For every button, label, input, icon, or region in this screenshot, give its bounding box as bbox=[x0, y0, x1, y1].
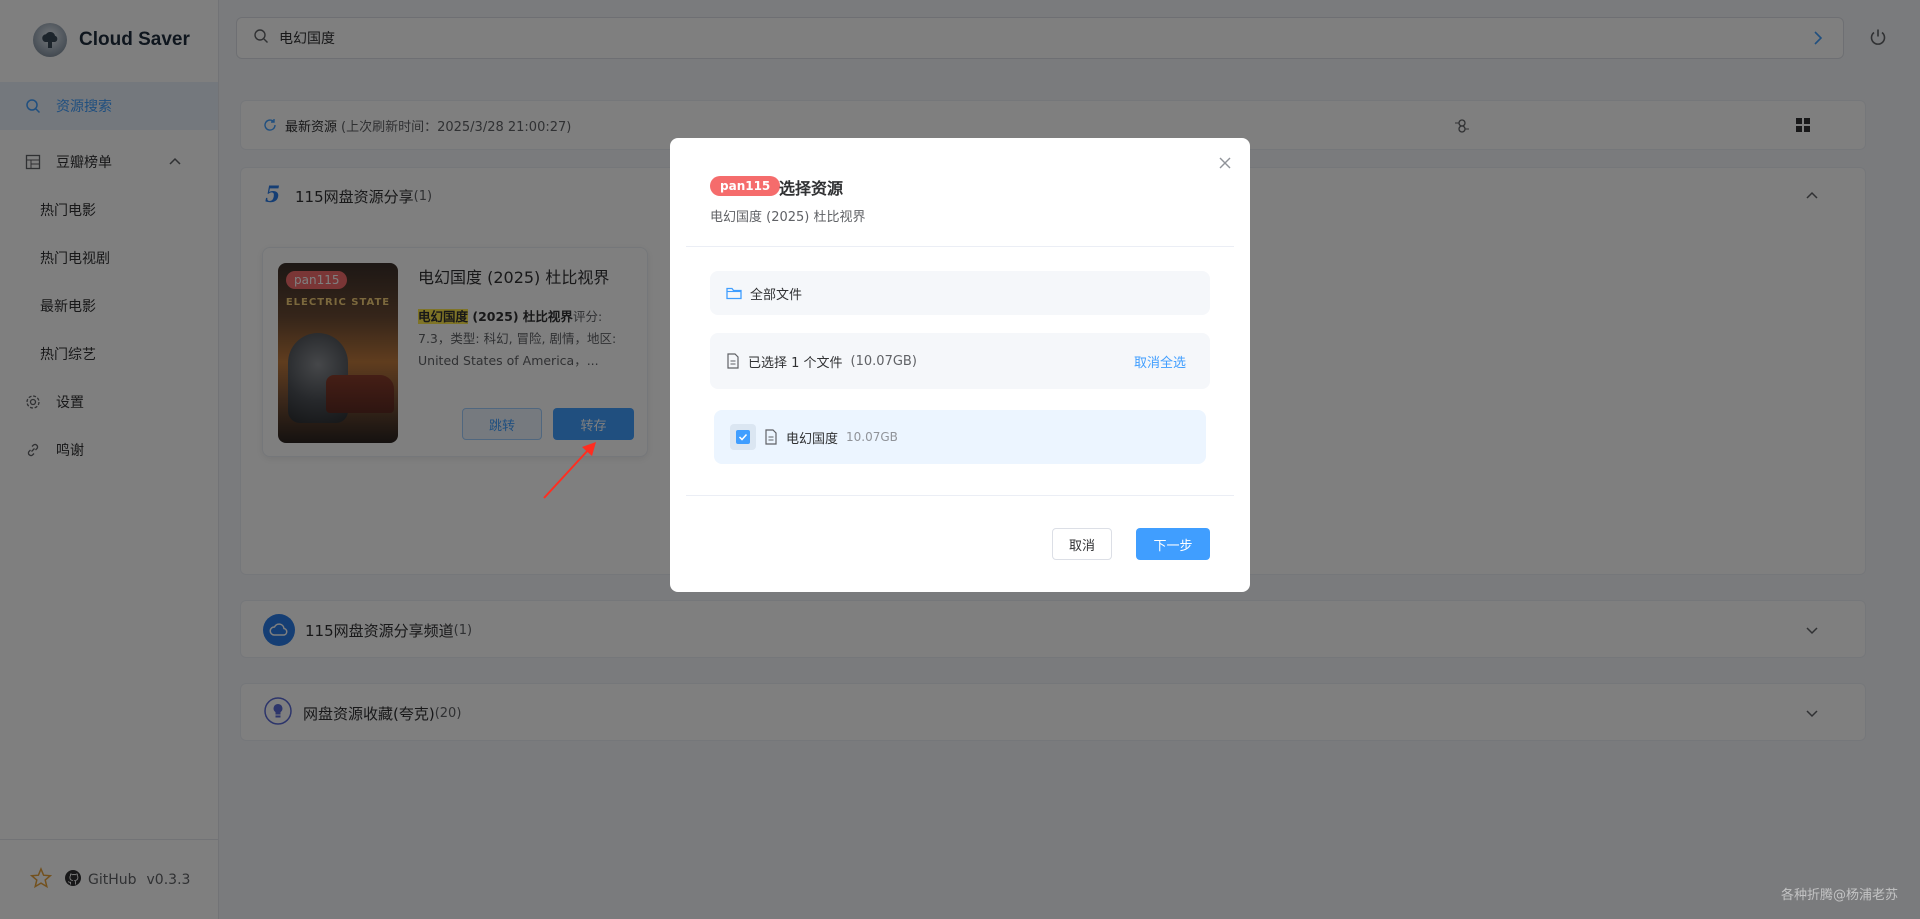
close-icon[interactable] bbox=[1218, 156, 1232, 174]
dialog-pan115-tag: pan115 bbox=[710, 176, 781, 196]
all-files-row[interactable]: 全部文件 bbox=[710, 271, 1210, 315]
annotation-arrow-icon bbox=[540, 440, 600, 506]
file-icon bbox=[764, 429, 778, 445]
divider bbox=[686, 495, 1234, 496]
file-name: 电幻国度 bbox=[786, 431, 839, 447]
watermark-text: 各种折腾@杨浦老苏 bbox=[1780, 888, 1898, 903]
file-item-row[interactable]: 电幻国度 10.07GB bbox=[714, 410, 1206, 464]
file-icon bbox=[726, 353, 740, 369]
dialog-subtitle: 电幻国度 (2025) 杜比视界 bbox=[710, 210, 866, 225]
selection-summary-row: 已选择 1 个文件 (10.07GB) 取消全选 bbox=[710, 333, 1210, 389]
check-icon bbox=[736, 430, 750, 444]
cancel-button[interactable]: 取消 bbox=[1052, 528, 1112, 560]
selected-size: (10.07GB) bbox=[850, 353, 917, 369]
dialog-title: 选择资源 bbox=[779, 179, 844, 198]
selected-count: 已选择 1 个文件 bbox=[748, 355, 843, 371]
folder-icon bbox=[726, 286, 742, 300]
next-step-button[interactable]: 下一步 bbox=[1136, 528, 1210, 560]
divider bbox=[686, 246, 1234, 247]
deselect-all-link[interactable]: 取消全选 bbox=[1134, 352, 1186, 371]
all-files-label: 全部文件 bbox=[750, 287, 803, 303]
select-resource-dialog: pan115 选择资源 电幻国度 (2025) 杜比视界 全部文件 已选择 1 … bbox=[670, 138, 1250, 592]
file-checkbox[interactable] bbox=[730, 424, 756, 450]
file-size: 10.07GB bbox=[846, 430, 898, 444]
